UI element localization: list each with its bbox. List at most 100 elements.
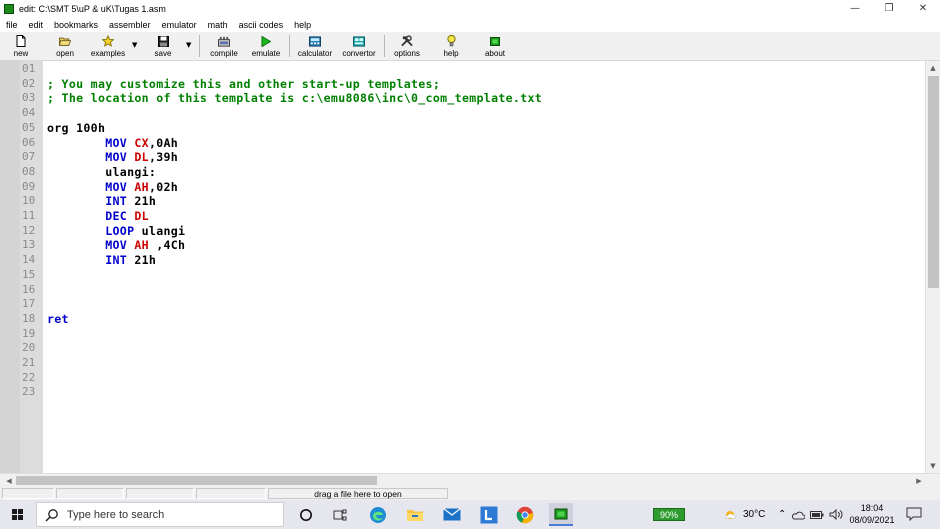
horizontal-scrollbar[interactable]: ◀ ▶ (0, 473, 940, 487)
code-token-plain: ulangi: (47, 164, 157, 179)
speaker-icon[interactable] (829, 509, 843, 520)
code-line[interactable]: INT 21h (47, 194, 156, 209)
toolbar-separator (384, 35, 385, 57)
help-button[interactable]: help (438, 33, 464, 60)
line-number: 03 (22, 91, 36, 105)
cortana-button[interactable] (294, 503, 318, 526)
code-token-register: AH (134, 238, 149, 253)
options-button[interactable]: options (390, 33, 424, 60)
code-token-comment: ; You may customize this and other start… (47, 76, 441, 91)
edge-taskbar-button[interactable] (366, 503, 390, 526)
code-line[interactable]: LOOP ulangi (47, 224, 185, 239)
save-button[interactable]: save (150, 33, 176, 60)
emulate-button[interactable]: emulate (248, 33, 284, 60)
scroll-up-icon[interactable]: ▲ (926, 61, 940, 75)
code-token-keyword: MOV (105, 150, 128, 165)
code-token-plain: ,4Ch (148, 238, 186, 253)
battery-icon[interactable] (810, 510, 824, 519)
code-line[interactable]: org 100h (47, 121, 105, 136)
chevron-up-icon[interactable]: ⌃ (778, 509, 786, 520)
close-button[interactable]: ✕ (906, 0, 940, 17)
code-line[interactable]: MOV AH,02h (47, 180, 178, 195)
new-button[interactable]: new (6, 33, 36, 60)
menu-math[interactable]: math (202, 20, 233, 30)
convertor-button[interactable]: convertor (338, 33, 380, 60)
line-number: 12 (22, 223, 36, 237)
app-icon (4, 3, 14, 14)
task-view-button[interactable] (328, 503, 352, 526)
vertical-scroll-thumb[interactable] (928, 76, 939, 288)
scroll-left-icon[interactable]: ◀ (2, 474, 16, 487)
code-text-area[interactable]: ; You may customize this and other start… (45, 61, 925, 473)
code-line[interactable]: ; You may customize this and other start… (47, 77, 440, 92)
line-number: 16 (22, 282, 36, 296)
menu-emulator[interactable]: emulator (156, 20, 202, 30)
code-line[interactable]: ret (47, 312, 69, 327)
save-dropdown-icon[interactable]: ▼ (186, 41, 191, 49)
code-token-keyword: LOOP (105, 223, 135, 238)
compile-button[interactable]: compile (206, 33, 242, 60)
menu-edit[interactable]: edit (23, 20, 49, 30)
minimize-button[interactable]: — (838, 0, 872, 17)
battery-indicator[interactable]: 90% (653, 508, 685, 521)
start-button[interactable] (0, 500, 36, 529)
calculator-button[interactable]: calculator (294, 33, 336, 60)
line-number: 04 (22, 106, 36, 120)
task-view-icon (333, 509, 347, 520)
scroll-down-icon[interactable]: ▼ (926, 459, 940, 473)
code-line[interactable]: ; The location of this template is c:\em… (47, 91, 542, 106)
code-line[interactable]: ulangi: (47, 165, 156, 180)
code-line[interactable]: INT 21h (47, 253, 156, 268)
vertical-scrollbar[interactable]: ▲ ▼ (925, 61, 940, 473)
notification-button[interactable] (906, 507, 922, 522)
play-icon (260, 35, 272, 47)
lightbulb-icon (445, 35, 457, 47)
code-line[interactable]: DEC DL (47, 209, 149, 224)
code-token-keyword: INT (105, 253, 128, 268)
tools-icon (401, 35, 413, 47)
code-token-plain: ,39h (148, 150, 179, 165)
menu-help[interactable]: help (288, 20, 316, 30)
mail-button[interactable] (440, 503, 464, 526)
line-number: 01 (22, 62, 36, 75)
code-line[interactable]: MOV DL,39h (47, 150, 178, 165)
examples-dropdown-icon[interactable]: ▼ (132, 41, 137, 49)
maximize-button[interactable]: ❐ (872, 0, 906, 17)
code-token-plain: ,02h (148, 179, 179, 194)
line-number: 13 (22, 238, 36, 252)
code-token-register: CX (134, 135, 149, 150)
lync-app-button[interactable] (477, 503, 501, 526)
code-line[interactable]: MOV CX,0Ah (47, 136, 178, 151)
code-editor[interactable]: 01 02 03 04 05 06 07 08 09 10 11 12 13 14 15 16 17 18 19 20… (0, 61, 940, 486)
taskbar-search-box[interactable]: Type here to search (36, 502, 284, 527)
folder-icon (407, 509, 423, 521)
code-token-keyword: INT (105, 194, 128, 209)
menu-bookmarks[interactable]: bookmarks (48, 20, 103, 30)
file-explorer-button[interactable] (403, 503, 427, 526)
code-token-keyword: MOV (105, 238, 128, 253)
emu8086-taskbar-button[interactable] (549, 503, 573, 526)
line-number: 06 (22, 135, 36, 149)
code-line[interactable]: MOV AH ,4Ch (47, 238, 185, 253)
code-token-comment: ; The location of this template is c:\em… (47, 91, 543, 106)
chrome-button[interactable] (513, 503, 537, 526)
weather-widget[interactable]: 30°C (723, 500, 765, 529)
line-number: 18 (22, 311, 36, 325)
open-button[interactable]: open (48, 33, 82, 60)
about-button[interactable]: about (480, 33, 510, 60)
examples-button[interactable]: examples (88, 33, 128, 60)
menu-assembler[interactable]: assembler (103, 20, 156, 30)
system-clock[interactable]: 18:04 08/09/2021 (845, 502, 899, 526)
chrome-icon (516, 506, 534, 523)
letter-l-app-icon (480, 506, 498, 523)
cloud-icon[interactable] (792, 510, 806, 520)
line-number: 23 (22, 385, 36, 399)
mail-icon (443, 508, 461, 521)
menu-ascii-codes[interactable]: ascii codes (233, 20, 289, 30)
horizontal-scroll-thumb[interactable] (16, 476, 377, 485)
scroll-right-icon[interactable]: ▶ (912, 474, 926, 487)
menu-file[interactable]: file (0, 20, 23, 30)
